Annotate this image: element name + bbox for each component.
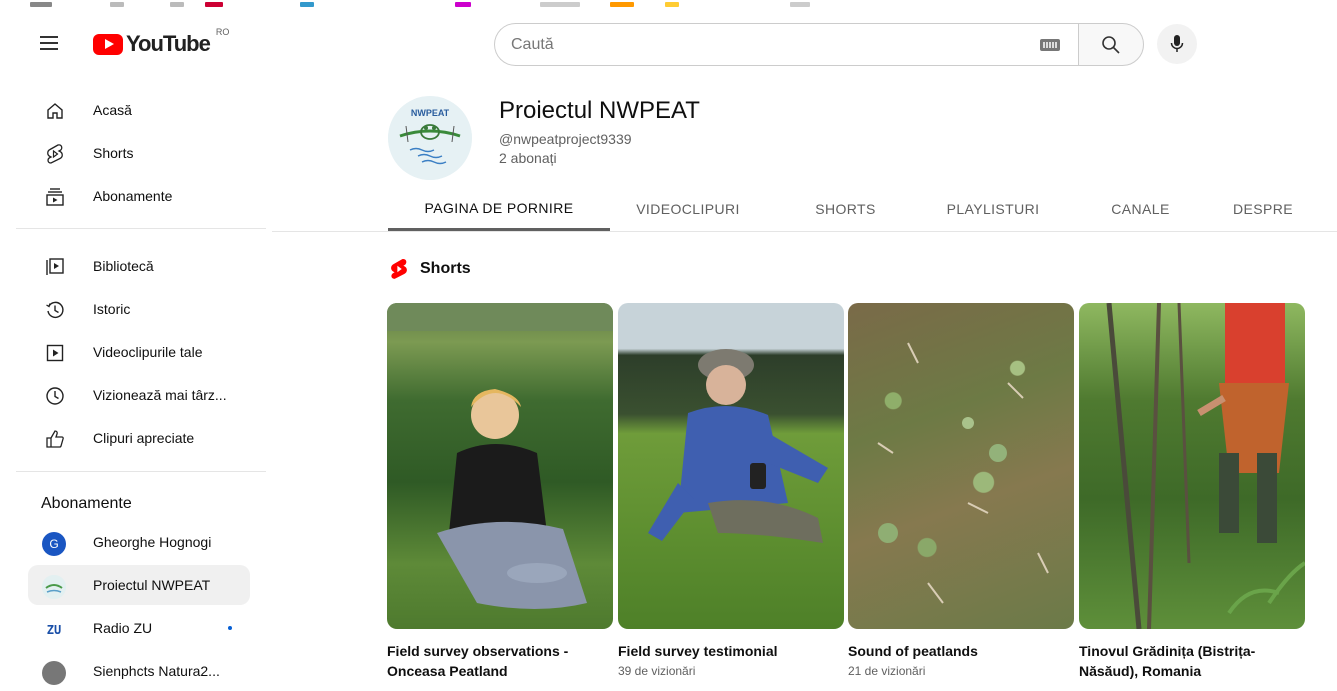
channel-avatar: G: [42, 532, 66, 556]
nwpeat-logo-icon: NWPEAT: [388, 96, 472, 180]
photo-illustration: [877, 342, 1049, 604]
tab-videos[interactable]: VIDEOCLIPURI: [628, 187, 748, 231]
short-title[interactable]: Field survey observations - Onceasa Peat…: [387, 641, 613, 681]
short-thumbnail[interactable]: [387, 303, 613, 629]
subscriptions-icon: [44, 186, 66, 208]
youtube-play-icon: [93, 33, 123, 55]
sidebar-item-label: Acasă: [93, 102, 132, 118]
search-box: [494, 23, 1078, 66]
sidebar-item-watch-later[interactable]: Vizionează mai târz...: [28, 375, 250, 415]
short-thumbnail[interactable]: [848, 303, 1074, 629]
sidebar-item-label: Vizionează mai târz...: [93, 387, 227, 403]
library-icon: [44, 256, 66, 278]
subscriptions-heading: Abonamente: [41, 495, 132, 512]
sidebar-item-label: Shorts: [93, 145, 134, 161]
history-icon: [44, 299, 66, 321]
microphone-icon: [1170, 35, 1184, 52]
short-title[interactable]: Field survey testimonial: [618, 641, 844, 661]
shorts-section-title: Shorts: [420, 260, 471, 277]
browser-bookmarks-strip: [0, 0, 1337, 12]
channel-handle: @nwpeatproject9339: [499, 131, 632, 147]
guide-sidebar: Acasă Shorts Abonamente Bibliotecă Istor…: [0, 76, 270, 685]
subscription-item[interactable]: Sienphcts Natura2...: [28, 651, 250, 691]
channel-avatar: [42, 575, 66, 599]
subscription-label: Radio ZU: [93, 620, 153, 636]
sidebar-item-label: Abonamente: [93, 188, 173, 204]
search-button[interactable]: [1078, 23, 1144, 66]
youtube-logo[interactable]: YouTube RO: [93, 27, 229, 57]
channel-avatar-large[interactable]: NWPEAT: [388, 96, 472, 180]
logo-lettering: NWPEAT: [411, 108, 450, 118]
channel-title: Proiectul NWPEAT: [499, 97, 700, 124]
photo-illustration: [1106, 303, 1305, 629]
short-thumbnail[interactable]: [1079, 303, 1305, 629]
keyboard-icon[interactable]: [1040, 39, 1060, 51]
sidebar-item-label: Bibliotecă: [93, 258, 154, 274]
home-icon: [44, 100, 66, 122]
short-card[interactable]: Field survey observations - Onceasa Peat…: [387, 303, 613, 679]
tab-playlists[interactable]: PLAYLISTURI: [933, 187, 1053, 231]
photo-illustration: [387, 303, 613, 609]
sidebar-item-history[interactable]: Istoric: [28, 289, 250, 329]
radio-zu-logo: ZU: [46, 623, 62, 637]
sidebar-item-your-videos[interactable]: Videoclipurile tale: [28, 332, 250, 372]
logo-text: YouTube: [126, 31, 211, 56]
tabs-divider: [272, 231, 1337, 232]
sidebar-item-label: Clipuri apreciate: [93, 430, 195, 446]
photo-illustration: [648, 349, 828, 543]
country-code: RO: [215, 27, 230, 37]
tab-channels[interactable]: CANALE: [1098, 187, 1183, 231]
sidebar-item-liked-videos[interactable]: Clipuri apreciate: [28, 418, 250, 458]
sidebar-item-home[interactable]: Acasă: [28, 90, 250, 130]
short-card[interactable]: Sound of peatlands 21 de vizionări: [848, 303, 1074, 678]
tab-home[interactable]: PAGINA DE PORNIRE: [388, 187, 610, 231]
search-icon: [1102, 35, 1120, 54]
channel-tabs: PAGINA DE PORNIRE VIDEOCLIPURI SHORTS PL…: [388, 187, 1337, 231]
watch-later-icon: [44, 385, 66, 407]
sidebar-item-shorts[interactable]: Shorts: [28, 133, 250, 173]
short-card[interactable]: Field survey testimonial 39 de vizionări: [618, 303, 844, 678]
hamburger-line: [40, 36, 58, 38]
masthead: YouTube RO: [0, 14, 1337, 76]
sidebar-item-label: Videoclipurile tale: [93, 344, 203, 360]
subscription-item[interactable]: ZU Radio ZU: [28, 608, 250, 648]
subscription-item-active[interactable]: Proiectul NWPEAT: [28, 565, 250, 605]
sidebar-item-library[interactable]: Bibliotecă: [28, 246, 250, 286]
tab-shorts[interactable]: SHORTS: [798, 187, 893, 231]
voice-search-button[interactable]: [1157, 24, 1197, 64]
channel-avatar: [42, 661, 66, 685]
sidebar-item-subscriptions[interactable]: Abonamente: [28, 176, 250, 216]
hamburger-line: [40, 42, 58, 44]
shorts-section-header: Shorts: [388, 256, 471, 282]
subscription-label: Sienphcts Natura2...: [93, 663, 220, 679]
short-title[interactable]: Tinovul Grădinița (Bistrița-Năsăud), Rom…: [1079, 641, 1305, 681]
search-bar: [494, 23, 1144, 66]
short-thumbnail[interactable]: [618, 303, 844, 629]
subscriber-count: 2 abonați: [499, 150, 557, 166]
subscription-label: Gheorghe Hognogi: [93, 534, 212, 550]
short-card[interactable]: Tinovul Grădinița (Bistrița-Năsăud), Rom…: [1079, 303, 1305, 679]
search-input[interactable]: [511, 35, 1031, 54]
subscription-label: Proiectul NWPEAT: [93, 577, 211, 593]
subscription-item[interactable]: G Gheorghe Hognogi: [28, 522, 250, 562]
shorts-logo-icon: [391, 259, 407, 279]
hamburger-line: [40, 48, 58, 50]
tab-about[interactable]: DESPRE: [1218, 187, 1308, 231]
short-title[interactable]: Sound of peatlands: [848, 641, 1074, 661]
sidebar-divider: [16, 228, 266, 229]
guide-menu-button[interactable]: [40, 32, 66, 58]
new-content-dot: [228, 626, 232, 630]
thumbs-up-icon: [44, 428, 66, 450]
sidebar-item-label: Istoric: [93, 301, 131, 317]
sidebar-divider: [16, 471, 266, 472]
shorts-icon: [44, 143, 66, 165]
your-videos-icon: [44, 342, 66, 364]
